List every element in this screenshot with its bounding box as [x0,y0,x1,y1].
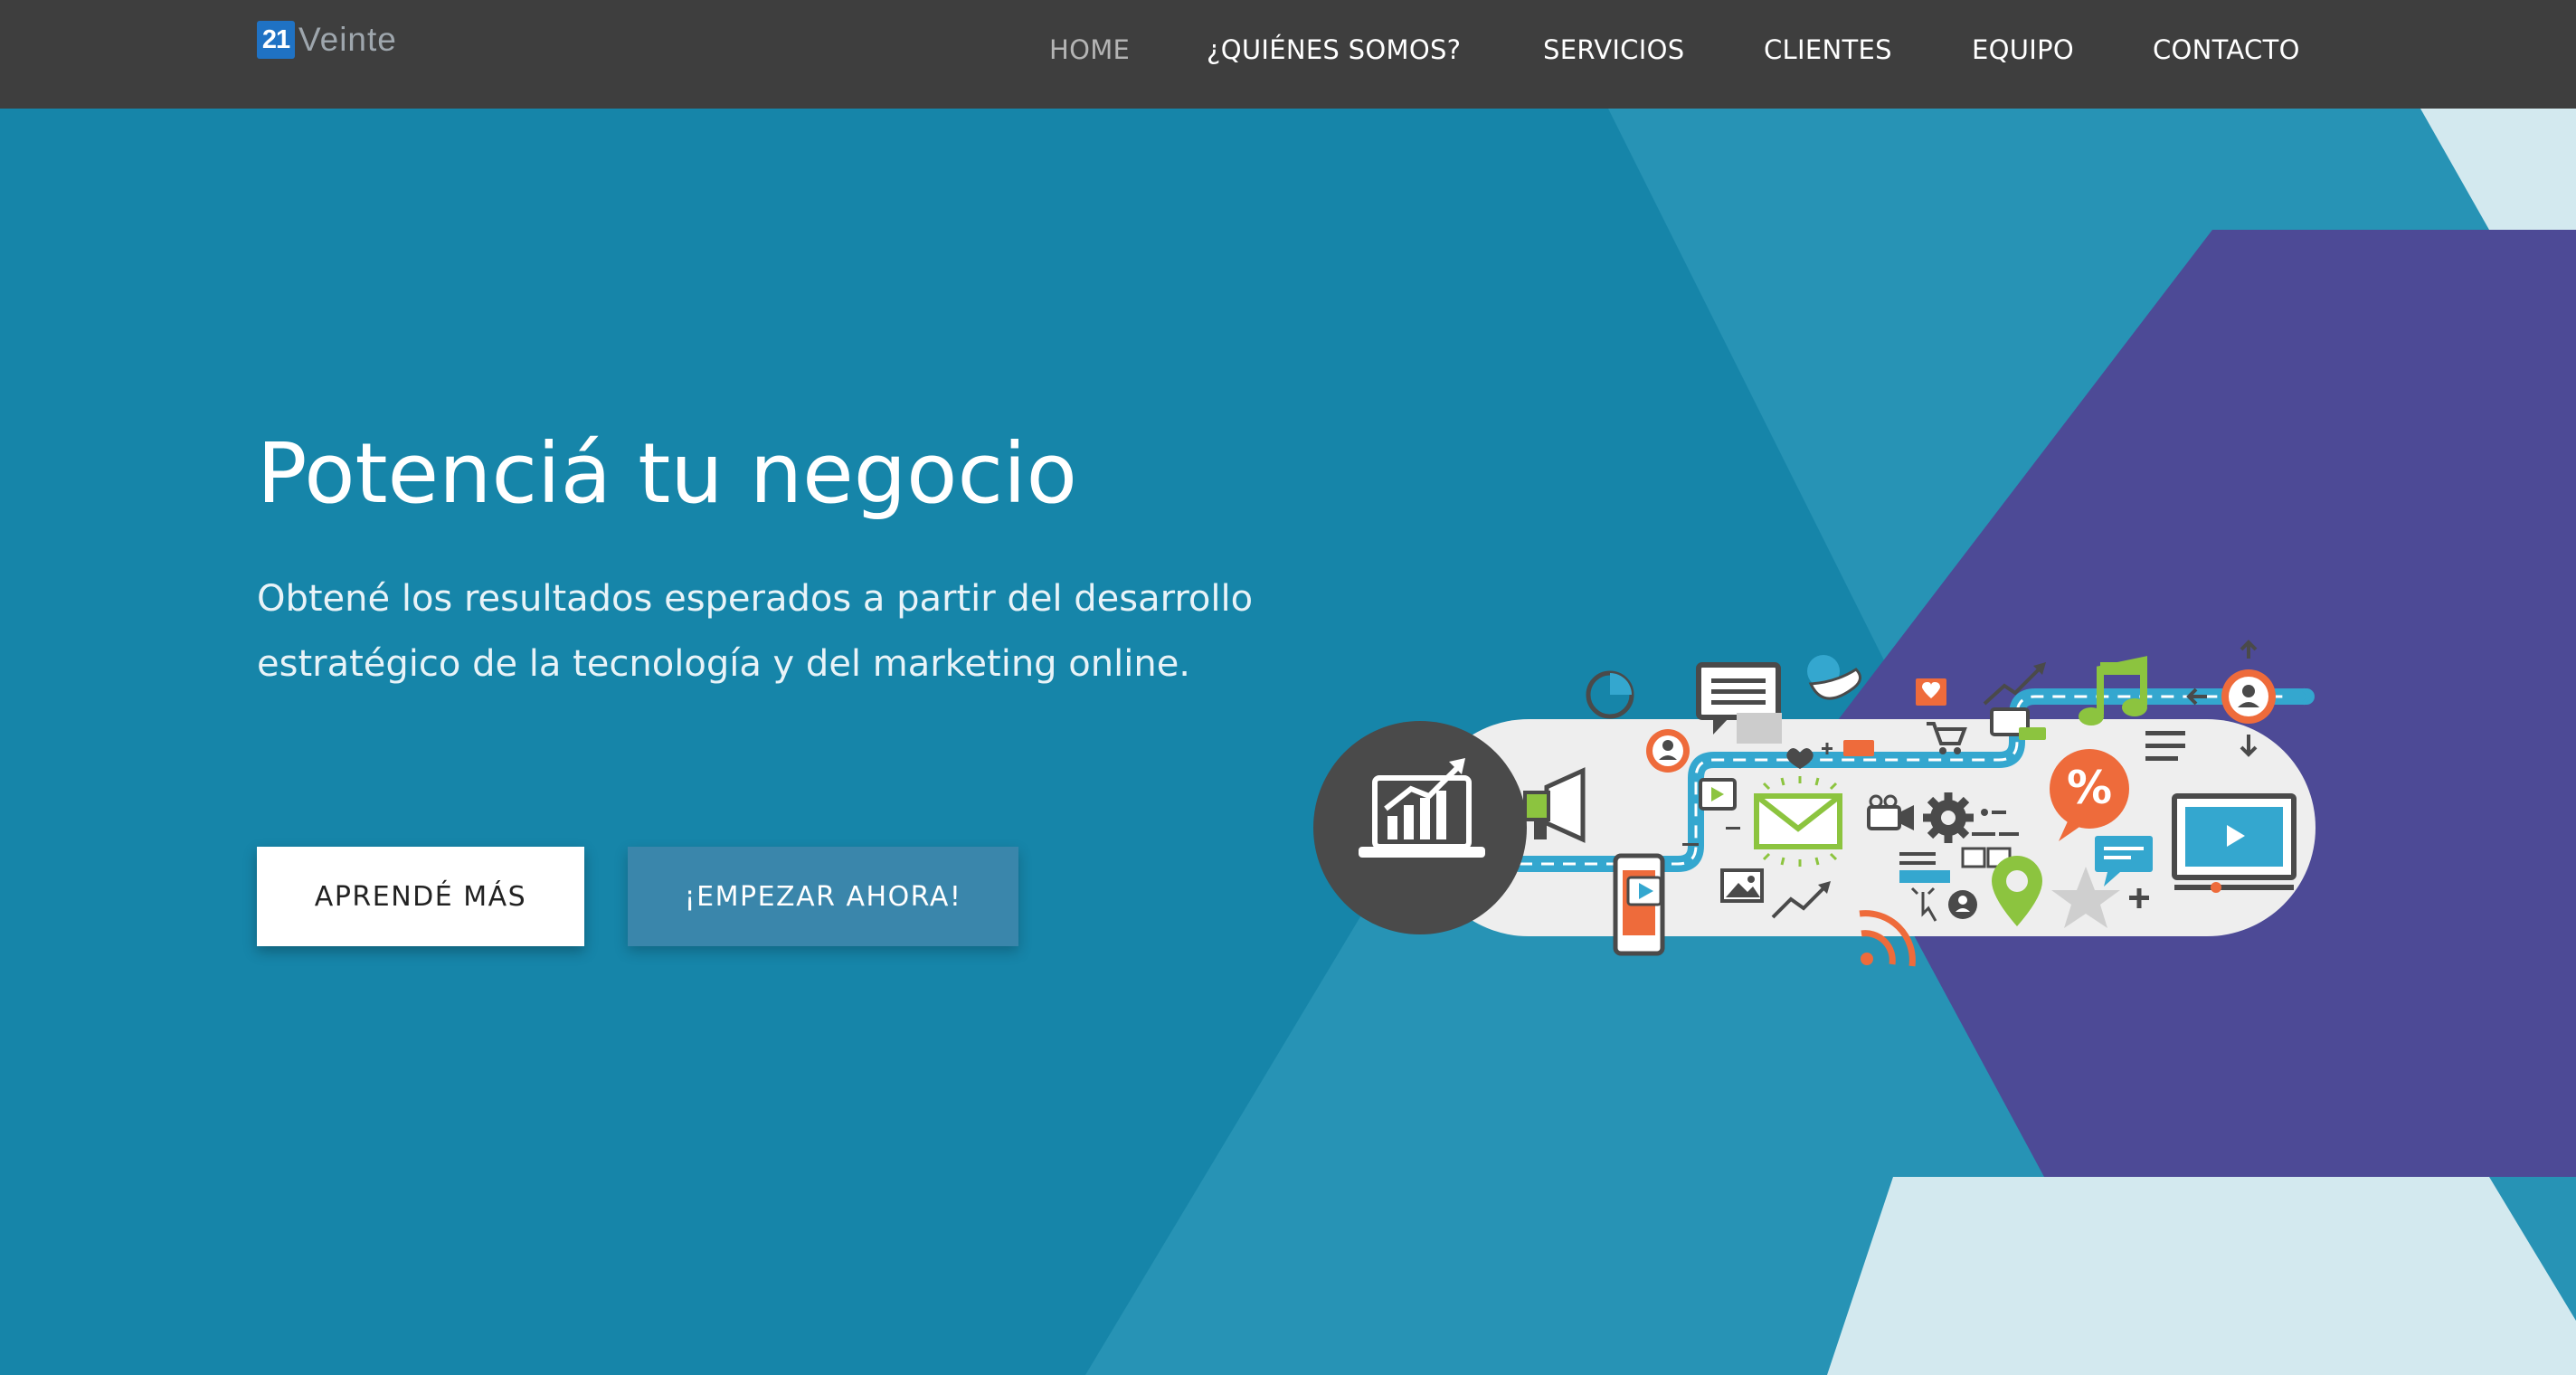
smartphone-icon [1613,853,1665,956]
contact-icon [1948,890,1977,919]
digital-marketing-illustration: % [1313,640,2316,967]
hero-subtitle: Obtené los resultados esperados a partir… [257,566,1360,697]
bird-icon [1807,655,1861,700]
nav-contacto[interactable]: CONTACTO [2153,34,2300,65]
logo[interactable]: 21 Veinte [257,20,397,60]
pie-chart-icon [1586,670,1634,719]
hero-section: Potenciá tu negocio Obtené los resultado… [0,109,2576,1375]
monitor-play-icon [2172,793,2297,893]
user-icon [1646,729,1690,773]
hero-title: Potenciá tu negocio [257,425,1077,522]
nav-quienes-somos[interactable]: ¿QUIÉNES SOMOS? [1207,34,1461,65]
nav-servicios[interactable]: SERVICIOS [1543,34,1684,65]
top-navbar: 21 Veinte HOME ¿QUIÉNES SOMOS? SERVICIOS… [0,0,2576,109]
nav-equipo[interactable]: EQUIPO [1972,34,2074,65]
logo-number-box: 21 [257,21,295,59]
nav-menu: HOME ¿QUIÉNES SOMOS? SERVICIOS CLIENTES … [1011,0,2576,109]
hero-subtitle-line-1: Obtené los resultados esperados a partir… [257,578,1254,620]
logo-word: Veinte [298,21,397,58]
hero-subtitle-line-2: estratégico de la tecnología y del marke… [257,643,1191,685]
nav-clientes[interactable]: CLIENTES [1764,34,1892,65]
start-now-button[interactable]: ¡EMPEZAR AHORA! [628,847,1018,946]
nav-home[interactable]: HOME [1049,34,1130,65]
laptop-chart-icon [1313,721,1527,934]
hero-bg-pale-bottom [1827,1177,2576,1375]
percent-badge-text: % [2067,762,2112,814]
learn-more-button[interactable]: APRENDÉ MÁS [257,847,584,946]
